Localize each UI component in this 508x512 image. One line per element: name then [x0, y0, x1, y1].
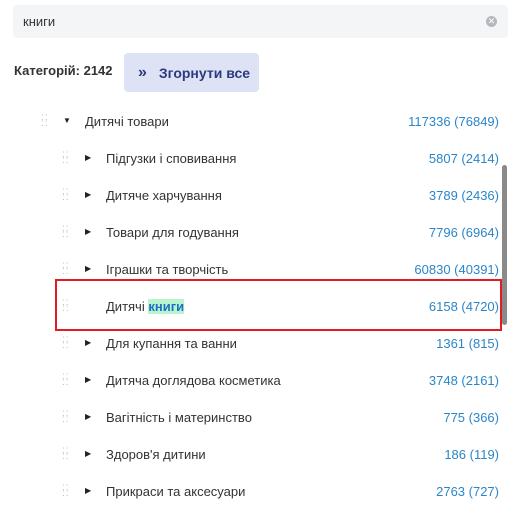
category-name[interactable]: Товари для годування	[106, 225, 239, 240]
category-count[interactable]: 3748 (2161)	[429, 373, 499, 388]
category-count[interactable]: 117336 (76849)	[408, 114, 499, 129]
category-name-prefix: Дитячі	[106, 299, 149, 314]
category-count[interactable]: 186 (119)	[444, 447, 499, 462]
caret-right-icon[interactable]: ▶	[85, 338, 91, 348]
tree-row-root[interactable]: :::: ▼ Дитячі товари 117336 (76849)	[0, 103, 508, 140]
drag-handle-icon[interactable]: ::::	[62, 187, 70, 203]
category-count[interactable]: 60830 (40391)	[414, 262, 499, 277]
drag-handle-icon[interactable]: ::::	[62, 446, 70, 462]
caret-right-icon[interactable]: ▶	[85, 153, 91, 163]
caret-right-icon[interactable]: ▶	[85, 227, 91, 237]
category-name[interactable]: Для купання та ванни	[106, 336, 237, 351]
caret-right-icon[interactable]: ▶	[85, 264, 91, 274]
drag-handle-icon[interactable]: ::::	[62, 224, 70, 240]
double-chevron-right-icon: »	[138, 63, 147, 81]
caret-right-icon[interactable]: ▶	[85, 375, 91, 385]
drag-handle-icon[interactable]: ::::	[62, 483, 70, 499]
clear-search-icon[interactable]: ✕	[486, 16, 497, 27]
scrollbar-thumb[interactable]	[502, 165, 507, 325]
tree-row[interactable]: :::: ▶ Прикраси та аксесуари 2763 (727)	[0, 473, 508, 510]
category-name[interactable]: Дитячі товари	[85, 114, 169, 129]
category-count[interactable]: 775 (366)	[443, 410, 499, 425]
category-count[interactable]: 6158 (4720)	[429, 299, 499, 314]
drag-handle-icon[interactable]: ::::	[62, 335, 70, 351]
drag-handle-icon[interactable]: ::::	[62, 261, 70, 277]
category-name[interactable]: Здоров'я дитини	[106, 447, 206, 462]
tree-row[interactable]: :::: ▶ Іграшки та творчість 60830 (40391…	[0, 251, 508, 288]
caret-right-icon[interactable]: ▶	[85, 412, 91, 422]
category-count[interactable]: 2763 (727)	[436, 484, 499, 499]
tree-row[interactable]: :::: ▶ Товари для годування 7796 (6964)	[0, 214, 508, 251]
caret-down-icon[interactable]: ▼	[63, 116, 71, 126]
caret-right-icon[interactable]: ▶	[85, 190, 91, 200]
category-count[interactable]: 5807 (2414)	[429, 151, 499, 166]
search-bar: ✕	[13, 5, 508, 38]
drag-handle-icon[interactable]: ::::	[41, 113, 49, 129]
tree-row[interactable]: :::: ▶ Підгузки і сповивання 5807 (2414)	[0, 140, 508, 177]
category-count[interactable]: 1361 (815)	[436, 336, 499, 351]
drag-handle-icon[interactable]: ::::	[62, 150, 70, 166]
collapse-all-button[interactable]: » Згорнути все	[124, 53, 259, 92]
drag-handle-icon[interactable]: ::::	[62, 372, 70, 388]
category-name[interactable]: Дитяча доглядова косметика	[106, 373, 281, 388]
collapse-all-label: Згорнути все	[158, 64, 251, 81]
categories-count: Категорій: 2142	[14, 63, 113, 78]
drag-handle-icon[interactable]: ::::	[62, 298, 70, 314]
category-name[interactable]: Дитячі книги	[106, 299, 185, 314]
category-count[interactable]: 3789 (2436)	[429, 188, 499, 203]
caret-right-icon[interactable]: ▶	[85, 449, 91, 459]
search-match-highlight: книги	[148, 299, 185, 314]
category-count[interactable]: 7796 (6964)	[429, 225, 499, 240]
category-name[interactable]: Прикраси та аксесуари	[106, 484, 245, 499]
category-name[interactable]: Підгузки і сповивання	[106, 151, 236, 166]
tree-row[interactable]: :::: ▶ Для купання та ванни 1361 (815)	[0, 325, 508, 362]
search-input[interactable]	[23, 5, 463, 38]
caret-right-icon[interactable]: ▶	[85, 486, 91, 496]
category-name[interactable]: Іграшки та творчість	[106, 262, 228, 277]
drag-handle-icon[interactable]: ::::	[62, 409, 70, 425]
tree-row[interactable]: :::: ▶ Здоров'я дитини 186 (119)	[0, 436, 508, 473]
tree-row[interactable]: :::: ▶ Вагітність і материнство 775 (366…	[0, 399, 508, 436]
category-name[interactable]: Дитяче харчування	[106, 188, 222, 203]
tree-row-highlighted[interactable]: :::: Дитячі книги 6158 (4720)	[0, 288, 508, 325]
tree-row[interactable]: :::: ▶ Дитяче харчування 3789 (2436)	[0, 177, 508, 214]
tree-row[interactable]: :::: ▶ Дитяча доглядова косметика 3748 (…	[0, 362, 508, 399]
category-name[interactable]: Вагітність і материнство	[106, 410, 252, 425]
